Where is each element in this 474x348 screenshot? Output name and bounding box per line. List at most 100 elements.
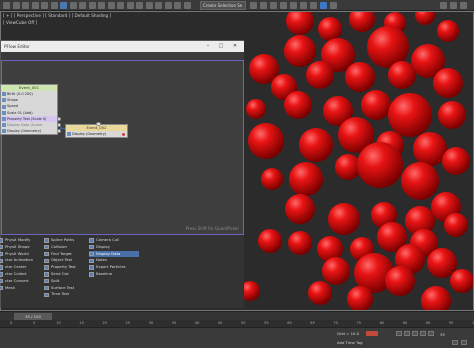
event1-operator[interactable]: Display (Geometry) [1,128,61,134]
viewcube-label[interactable]: [ ViewCube Off ] [3,20,37,25]
event-001[interactable]: Event_001 Birth (0-0 200) Shape Speed Scale… [0,84,61,136]
time-config-icon[interactable] [452,340,458,345]
particle-sphere [388,61,416,89]
particle-flow-canvas[interactable]: Event_001 Birth (0-0 200) Shape Speed Scale… [0,60,244,235]
all-icon[interactable] [50,2,58,9]
depot-item[interactable]: Find Target [44,251,88,258]
depot-item[interactable]: Split [44,278,88,285]
angle-snap-icon[interactable] [155,2,162,9]
depot-item-label: Send Out [51,270,69,276]
depot-item[interactable]: Send Out [44,271,88,278]
event2-operator[interactable]: Display (Geometry) [66,131,127,137]
render-setup-icon[interactable] [260,2,267,9]
particle-sphere [361,90,391,120]
depot-item[interactable]: Camera Cull [89,237,139,244]
next-frame-icon[interactable] [420,331,426,336]
view-icon[interactable] [126,2,134,9]
scale-icon[interactable] [107,2,115,9]
spinner-snap-icon[interactable] [174,2,181,9]
depot-item[interactable]: Export Particles [89,264,139,271]
render-icon[interactable] [280,2,287,9]
selection-set-dropdown[interactable]: Create Selection Se [200,1,246,10]
previous-frame-icon[interactable] [404,331,410,336]
curve-editor-icon[interactable] [310,2,317,9]
event-002[interactable]: Event_002 Display (Geometry) [65,122,128,139]
undo-icon[interactable] [3,2,10,9]
scale-icon [2,110,6,115]
move-icon[interactable] [88,2,96,9]
depot-item-label: Split [51,277,60,283]
add-time-tag-button[interactable]: Add Time Tag [337,340,362,345]
link-icon[interactable] [22,2,29,9]
depot-item[interactable]: ctor Collect [0,271,42,278]
pivot-icon[interactable] [136,2,143,9]
depot-item[interactable]: Object Test [44,257,88,264]
depot-item[interactable]: ctor Convert [0,278,42,285]
particle-view-titlebar[interactable]: PFlow Editor – □ ✕ [1,41,244,52]
render-production-icon[interactable] [440,2,447,9]
depot-item[interactable]: Spline Paths [44,237,88,244]
scene-explorer-icon[interactable] [330,2,337,9]
current-frame-field[interactable]: 35 [440,332,445,337]
window-icon[interactable] [79,2,86,9]
place-icon[interactable] [117,2,124,9]
operator-icon [44,278,49,284]
play-icon[interactable] [412,331,418,336]
edit-named-icon[interactable] [183,2,191,9]
time-slider-track[interactable]: 35 / 100 [0,311,474,320]
app-window: Create Selection Se [ + ] [ Perspective … [0,0,474,348]
bind-icon[interactable] [41,2,48,9]
select-icon[interactable] [60,2,67,9]
graph-editor-icon[interactable] [250,2,257,9]
test-icon [2,116,6,121]
minimize-icon[interactable]: – [205,44,211,49]
event-002-input[interactable] [96,122,101,126]
go-to-start-icon[interactable] [396,331,402,336]
particle-sphere [328,203,360,235]
schematic-icon[interactable] [300,2,307,9]
depot-item[interactable]: Baseline [89,271,139,278]
unlink-icon[interactable] [31,2,39,9]
depot-item[interactable]: Time Test [44,291,88,298]
track-bar[interactable]: 0510152025303540455055606570758085909510… [0,320,474,328]
test-output-dot[interactable] [57,116,61,121]
depot-item[interactable]: ctor Animation [0,257,42,264]
depot-item[interactable]: PhysX Modify [0,237,42,244]
particle-sphere [284,91,312,119]
maximize-icon[interactable]: □ [218,44,224,49]
auto-key-button[interactable] [366,331,378,336]
depot-item[interactable]: Surface Test [44,285,88,292]
go-to-end-icon[interactable] [428,331,434,336]
depot-item[interactable]: PhysX World [0,251,42,258]
depot-item[interactable]: Collision [44,244,88,251]
depot-item[interactable]: Property Test [44,264,88,271]
depot-item[interactable]: Mesh [0,285,42,292]
redo-icon[interactable] [12,2,20,9]
viewport-label[interactable]: [ + ] [ Perspective ] [ Standard ] [ Def… [3,13,111,18]
render-frame-icon[interactable] [270,2,277,9]
close-icon[interactable]: ✕ [232,44,238,49]
layer-icon[interactable] [320,2,327,9]
rotate-icon[interactable] [98,2,105,9]
depot-item[interactable]: Display Data [89,250,139,258]
time-slider[interactable]: 35 / 100 [14,313,52,320]
active-shade-icon[interactable] [460,2,467,9]
depot-item[interactable]: PhysX Shape [0,244,42,251]
operator-icon [0,278,3,284]
material-editor-icon[interactable] [290,2,297,9]
track-tick-label: 10 [56,321,61,325]
depot-item[interactable]: ctor Center [0,264,42,271]
region-icon[interactable] [69,2,77,9]
track-tick-label: 5 [33,321,36,325]
snap-icon[interactable] [145,2,153,9]
zoom-extents-icon[interactable] [461,340,467,345]
percent-snap-icon[interactable] [164,2,172,9]
test-output-dot[interactable] [57,122,61,127]
depot-item-label: PhysX Shape [5,243,30,249]
depot-item-label: PhysX Modify [5,237,31,242]
rendered-frame-icon[interactable] [450,2,457,9]
particle-sphere [450,269,474,293]
depot-item[interactable]: Notes [89,257,139,264]
depot-item[interactable]: Display [89,244,139,251]
track-tick-label: 55 [264,321,269,325]
